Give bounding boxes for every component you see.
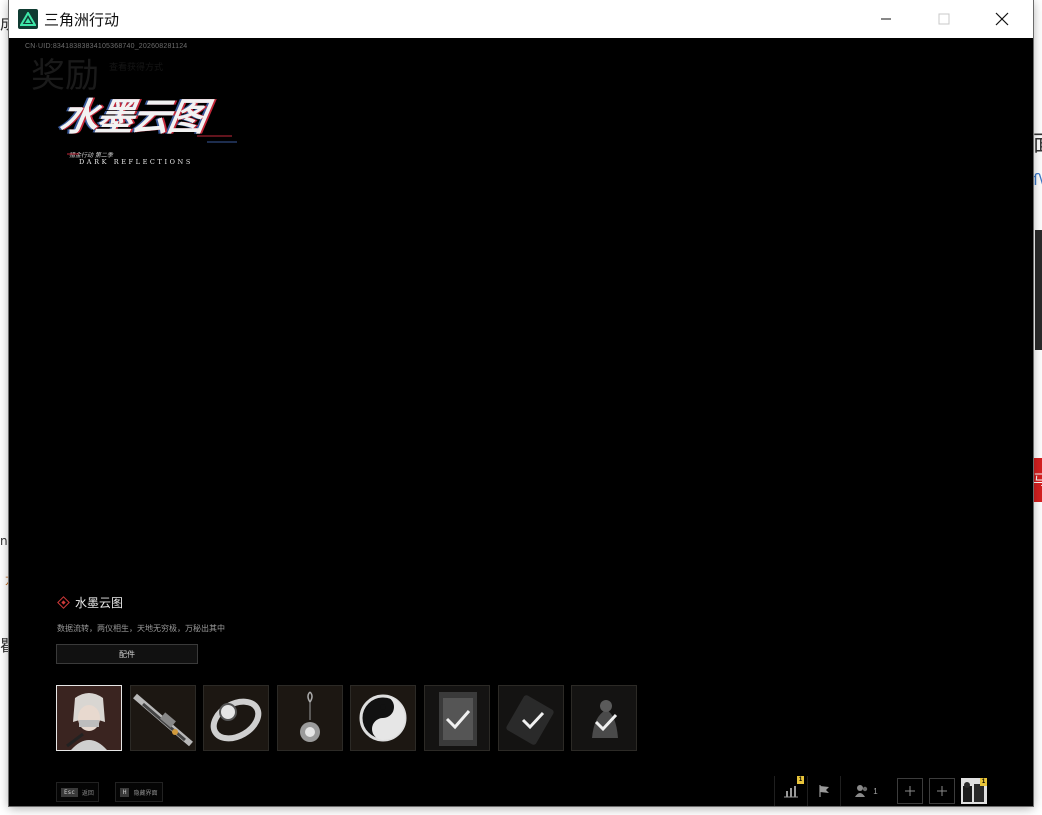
stats-button[interactable]: 1 xyxy=(774,776,807,806)
app-window: 三角洲行动 CN·UID:834183838341053687​40_20260… xyxy=(9,0,1033,806)
key-cap: Esc xyxy=(61,787,78,797)
notification-badge: 1 xyxy=(980,778,987,786)
invite-slot-1[interactable] xyxy=(897,778,923,804)
watch-icon xyxy=(210,698,262,742)
reward-item-device[interactable] xyxy=(497,685,564,751)
title-bar[interactable]: 三角洲行动 xyxy=(9,0,1033,38)
reward-item-watch[interactable] xyxy=(203,685,270,751)
key-hints: Esc 返回 H 隐藏界面 xyxy=(56,782,179,802)
friends-icon xyxy=(855,785,868,797)
app-icon xyxy=(18,9,38,29)
skin-name: 水墨云图 xyxy=(75,596,124,610)
plus-icon xyxy=(937,786,947,796)
invite-slot-2[interactable] xyxy=(929,778,955,804)
key-label: 返回 xyxy=(81,789,94,797)
notification-badge: 1 xyxy=(797,776,804,784)
card-checked-icon xyxy=(438,692,477,746)
game-viewport[interactable]: CN·UID:834183838341053687​40_20260828112… xyxy=(9,38,1033,806)
skin-logo: 水墨云图 猎金行动 第二季 DARK REFLECTIONS xyxy=(57,86,247,176)
close-button[interactable] xyxy=(973,0,1031,38)
reward-item-rifle-skin[interactable] xyxy=(129,685,196,751)
flag-icon xyxy=(819,785,829,797)
device-checked-icon xyxy=(505,695,554,745)
yin-yang-icon xyxy=(359,694,407,742)
reward-item-figure[interactable] xyxy=(571,685,638,751)
reward-item-charm[interactable] xyxy=(276,685,343,751)
figure-checked-icon xyxy=(592,700,619,738)
operator-portrait-icon xyxy=(57,686,121,750)
reward-items-row xyxy=(56,685,645,751)
rifle-icon xyxy=(132,693,193,747)
key-label: 隐藏界面 xyxy=(133,789,158,797)
maximize-button[interactable] xyxy=(915,0,973,38)
reward-item-yin-yang[interactable] xyxy=(350,685,417,751)
key-cap: H xyxy=(119,787,130,797)
rarity-diamond-icon xyxy=(57,596,70,609)
charm-pendant-icon xyxy=(299,691,320,742)
footer-toolbar: 1 1 1 xyxy=(774,776,987,806)
minimize-icon xyxy=(881,18,891,20)
hint-hide-ui[interactable]: H 隐藏界面 xyxy=(114,782,163,802)
desktop-red-tab-text: 马 xyxy=(1033,472,1042,488)
reward-item-operator-skin[interactable] xyxy=(56,685,122,751)
desktop-text-stub: 面 xyxy=(1033,126,1042,158)
flag-button[interactable] xyxy=(807,776,840,806)
minimize-button[interactable] xyxy=(857,0,915,38)
player-avatar[interactable]: 1 xyxy=(961,778,987,804)
desktop-red-tab: 马 xyxy=(1033,458,1042,502)
skin-description: 数据流转，两仪相生，天地无穷极，万秘出其中 xyxy=(57,624,225,633)
plus-icon xyxy=(905,786,915,796)
hint-back[interactable]: Esc 返回 xyxy=(56,782,99,802)
page-subtitle: 查看获得方式 xyxy=(109,63,164,73)
logo-glitch-lines xyxy=(67,135,237,155)
close-icon xyxy=(995,12,1009,26)
desktop-text-stub: ſ\ xyxy=(1033,170,1042,189)
friends-count: 1 xyxy=(873,786,878,796)
friends-button[interactable]: 1 xyxy=(840,776,891,806)
maximize-icon xyxy=(938,13,950,25)
bar-chart-icon xyxy=(784,786,798,798)
window-title: 三角洲行动 xyxy=(44,10,120,29)
desktop-dark-block xyxy=(1035,230,1042,350)
reward-item-card[interactable] xyxy=(423,685,490,751)
skin-name-row: 水墨云图 xyxy=(57,594,123,611)
parts-button[interactable]: 配件 xyxy=(56,644,198,664)
